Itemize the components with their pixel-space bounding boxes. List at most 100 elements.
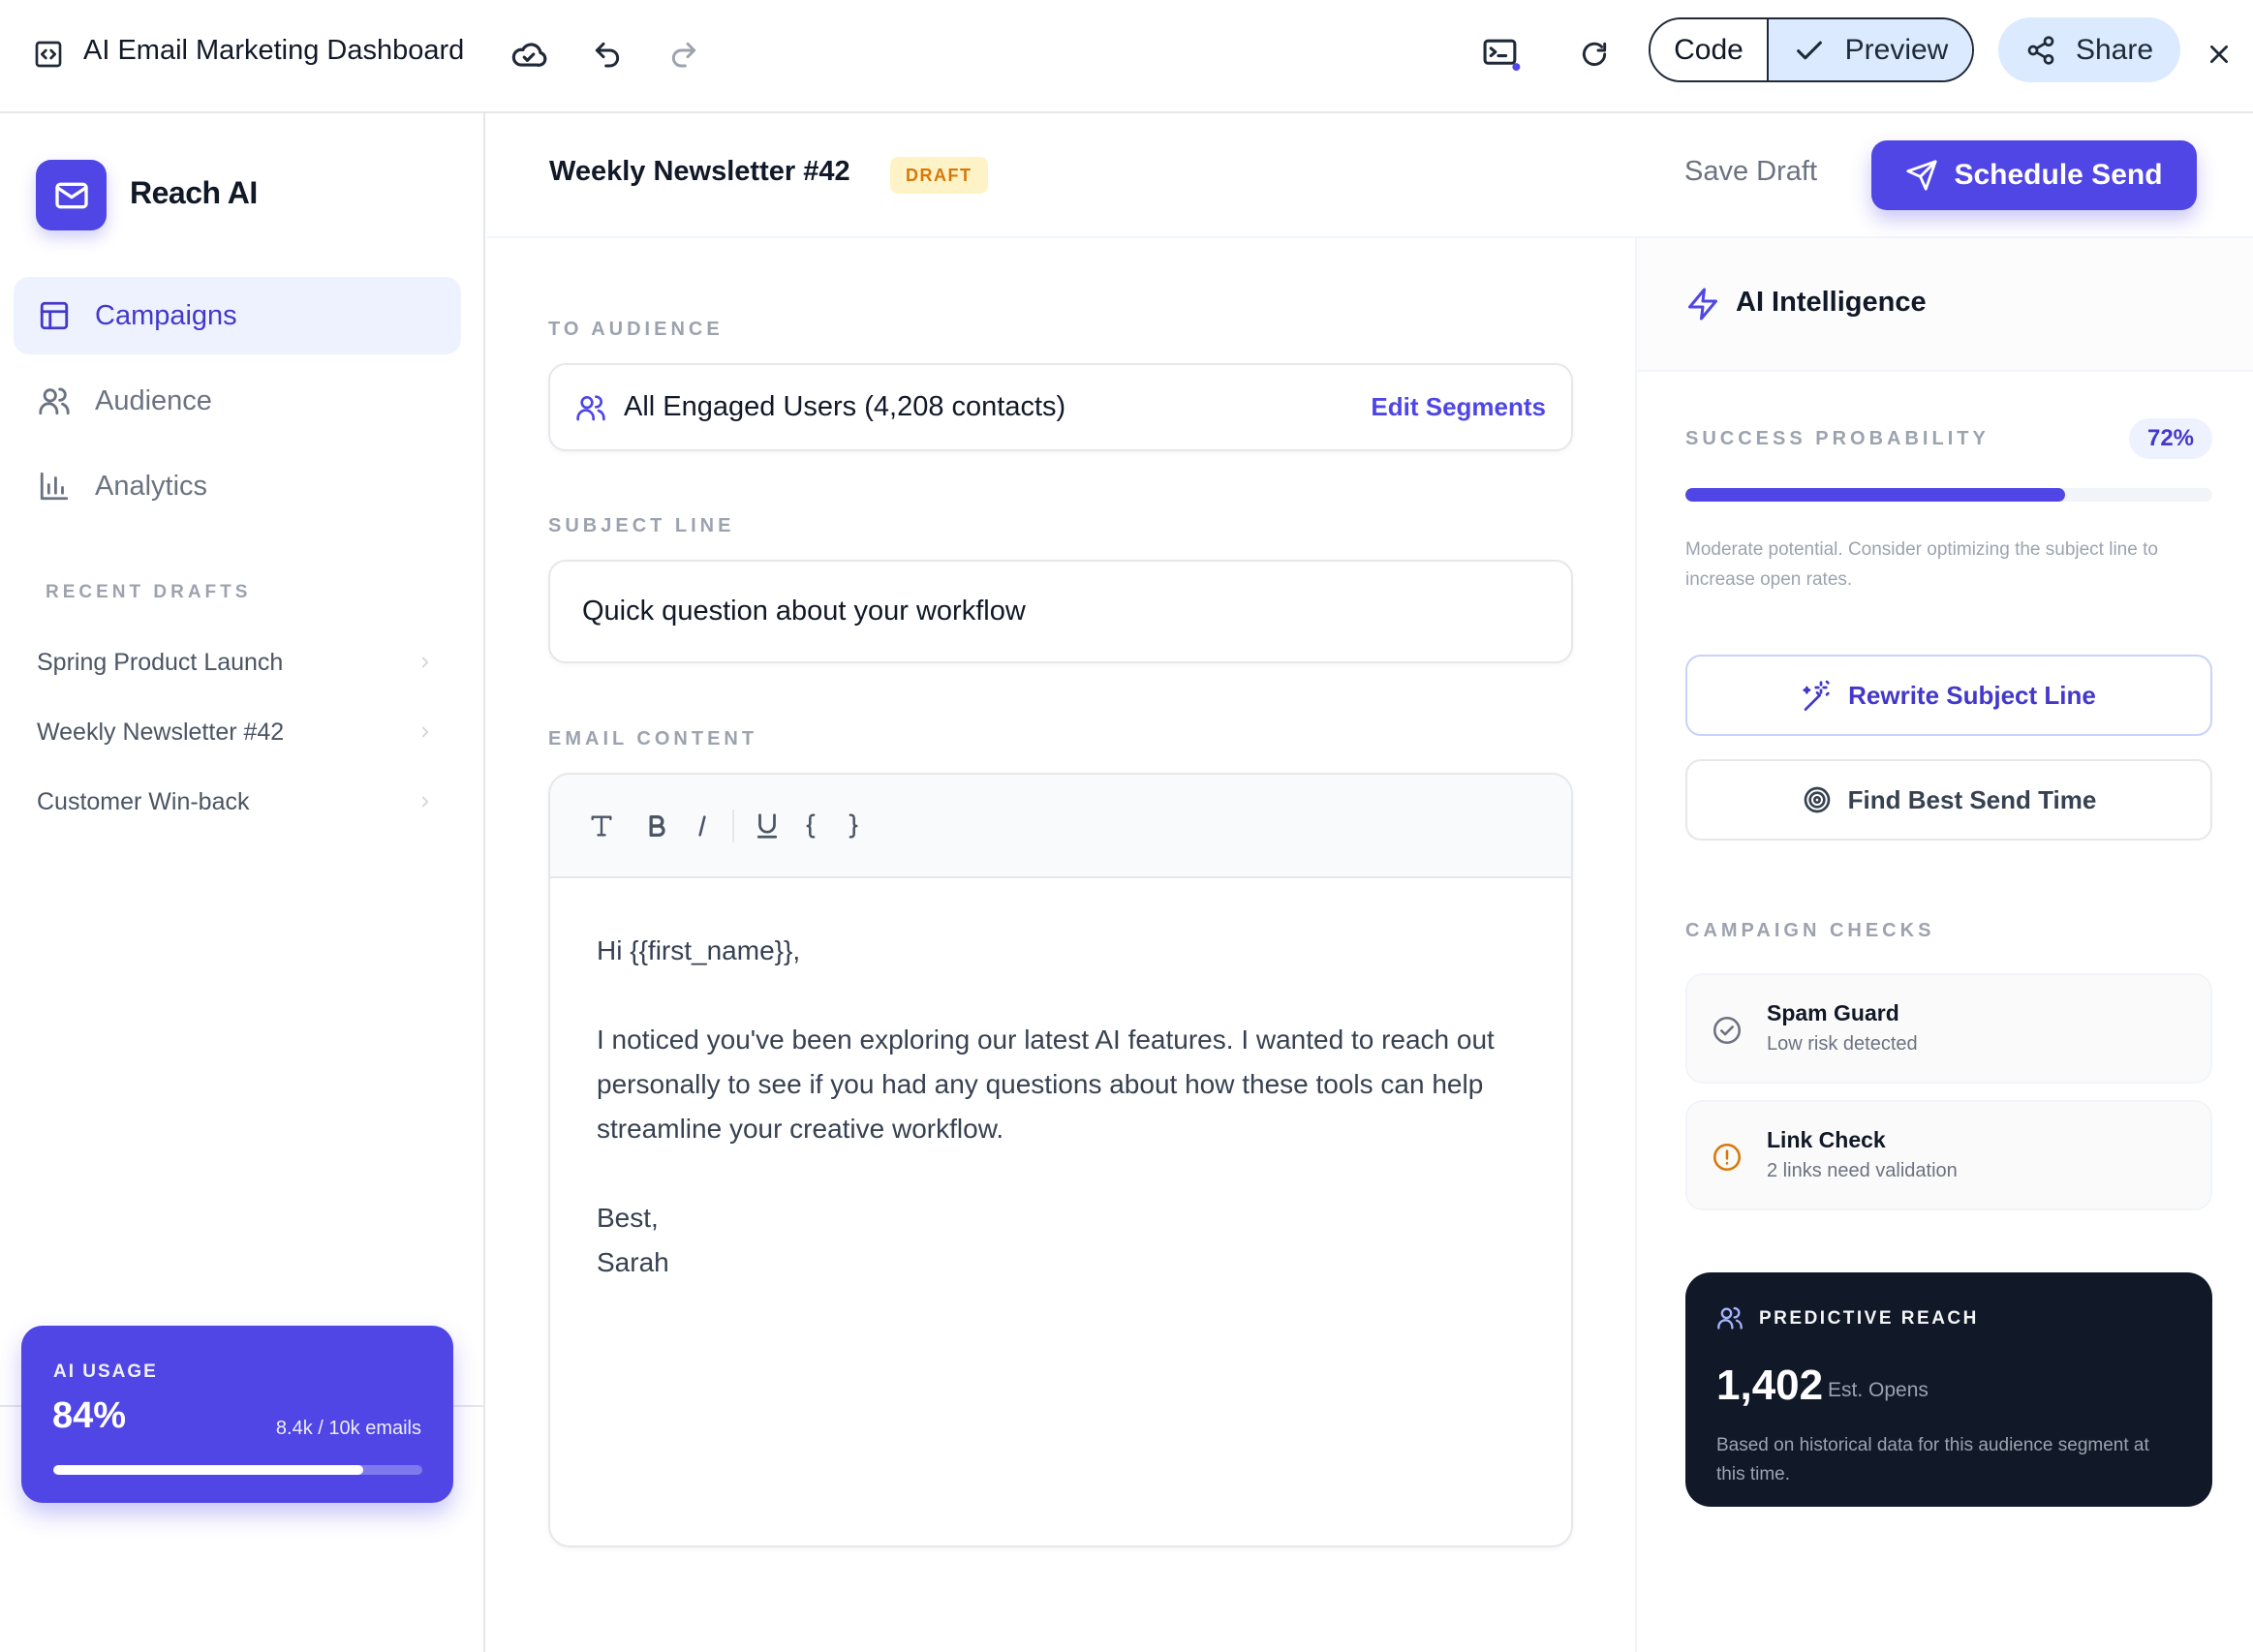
ai-usage-card: AI USAGE 84% 8.4k / 10k emails xyxy=(21,1326,453,1503)
bar-chart-icon xyxy=(37,469,72,504)
audience-value: All Engaged Users (4,208 contacts) xyxy=(624,391,1066,422)
ai-usage-label: AI USAGE xyxy=(53,1361,158,1382)
recent-draft-label: Spring Product Launch xyxy=(37,648,284,676)
find-send-time-button[interactable]: Find Best Send Time xyxy=(1685,759,2212,841)
content-field-label: EMAIL CONTENT xyxy=(548,728,758,750)
close-icon[interactable] xyxy=(2197,32,2241,76)
rewrite-subject-button[interactable]: Rewrite Subject Line xyxy=(1685,655,2212,736)
success-probability-fill xyxy=(1685,488,2065,502)
check-card-link-check: Link Check 2 links need validation xyxy=(1685,1100,2212,1210)
users-icon xyxy=(575,392,606,423)
users-icon xyxy=(1716,1304,1744,1331)
terminal-icon[interactable] xyxy=(1479,32,1524,76)
cloud-save-icon[interactable] xyxy=(507,32,551,76)
email-editor: Hi {{first_name}}, I noticed you've been… xyxy=(548,773,1573,1547)
toolbar-divider xyxy=(732,809,734,842)
subject-field-label: SUBJECT LINE xyxy=(548,515,735,536)
chevron-right-icon xyxy=(417,793,434,811)
check-subtitle: 2 links need validation xyxy=(1767,1160,1958,1181)
ai-panel-title: AI Intelligence xyxy=(1736,287,1927,318)
edit-segments-link[interactable]: Edit Segments xyxy=(1371,392,1546,422)
sidebar-item-label: Analytics xyxy=(95,470,208,502)
recent-draft-label: Weekly Newsletter #42 xyxy=(37,718,285,746)
window-title: AI Email Marketing Dashboard xyxy=(83,35,465,66)
success-probability-badge: 72% xyxy=(2129,418,2212,459)
ai-usage-percent: 84% xyxy=(52,1395,127,1436)
layout-icon xyxy=(37,298,72,333)
alert-circle-icon xyxy=(1711,1141,1744,1174)
sidebar-item-audience[interactable]: Audience xyxy=(14,362,461,440)
recent-draft-item[interactable]: Spring Product Launch xyxy=(37,641,434,684)
underline-button[interactable] xyxy=(748,805,787,847)
check-icon xyxy=(1793,34,1826,67)
underline-icon xyxy=(755,811,780,841)
email-greeting: Hi {{first_name}}, xyxy=(597,935,801,965)
send-icon xyxy=(1905,159,1938,192)
ai-panel-header: AI Intelligence xyxy=(1637,238,2253,372)
chevron-right-icon xyxy=(417,654,434,671)
users-icon xyxy=(37,383,72,418)
italic-button[interactable] xyxy=(686,805,719,847)
refresh-icon[interactable] xyxy=(1572,32,1617,76)
variable-button[interactable] xyxy=(798,805,866,847)
recent-draft-item[interactable]: Weekly Newsletter #42 xyxy=(37,711,434,753)
share-label: Share xyxy=(2075,33,2154,66)
predictive-reach-card: PREDICTIVE REACH 1,402 Est. Opens Based … xyxy=(1685,1272,2212,1507)
redo-icon[interactable] xyxy=(662,32,706,76)
recent-draft-item[interactable]: Customer Win-back xyxy=(37,780,434,823)
success-probability-label: SUCCESS PROBABILITY xyxy=(1685,428,1990,449)
predictive-reach-value: 1,402 xyxy=(1716,1361,1824,1409)
ai-usage-progress-fill xyxy=(53,1465,364,1475)
bold-icon xyxy=(645,812,668,840)
predictive-reach-unit: Est. Opens xyxy=(1828,1379,1929,1401)
subject-input[interactable]: Quick question about your workflow xyxy=(548,560,1573,663)
sidebar-item-label: Audience xyxy=(95,384,212,416)
campaign-title: Weekly Newsletter #42 xyxy=(549,156,850,187)
mail-icon xyxy=(52,176,91,215)
check-title: Spam Guard xyxy=(1767,1000,1899,1025)
schedule-send-label: Schedule Send xyxy=(1954,159,2163,191)
braces-icon xyxy=(804,811,860,841)
text-icon xyxy=(588,812,615,840)
email-signature: Sarah xyxy=(597,1247,669,1277)
save-draft-button[interactable]: Save Draft xyxy=(1684,156,1817,188)
brand-name: Reach AI xyxy=(130,175,258,210)
ai-usage-detail: 8.4k / 10k emails xyxy=(275,1418,421,1439)
schedule-send-button[interactable]: Schedule Send xyxy=(1871,140,2197,210)
text-style-button[interactable] xyxy=(579,805,624,847)
sidebar-item-analytics[interactable]: Analytics xyxy=(14,447,461,525)
success-probability-bar xyxy=(1685,488,2212,502)
top-toolbar: AI Email Marketing Dashboard Code Previe… xyxy=(0,0,2253,113)
email-signoff: Best, xyxy=(597,1203,659,1233)
code-tab[interactable]: Code xyxy=(1651,19,1767,80)
subject-value: Quick question about your workflow xyxy=(582,596,1026,627)
undo-icon[interactable] xyxy=(585,32,630,76)
sidebar-item-label: Campaigns xyxy=(95,299,237,331)
share-button[interactable]: Share xyxy=(1998,17,2180,82)
target-icon xyxy=(1802,784,1833,815)
email-paragraph: I noticed you've been exploring our late… xyxy=(597,1025,1495,1144)
predictive-reach-note: Based on historical data for this audien… xyxy=(1716,1435,2149,1484)
magic-wand-icon xyxy=(1802,680,1833,711)
success-probability-note: Moderate potential. Consider optimizing … xyxy=(1685,539,2158,590)
chevron-right-icon xyxy=(417,723,434,741)
preview-tab[interactable]: Preview xyxy=(1767,19,1972,80)
share-icon xyxy=(2025,35,2056,66)
ai-intelligence-panel: AI Intelligence SUCCESS PROBABILITY 72% … xyxy=(1635,238,2253,1652)
audience-selector[interactable]: All Engaged Users (4,208 contacts) Edit … xyxy=(548,363,1573,451)
sidebar-item-campaigns[interactable]: Campaigns xyxy=(14,277,461,354)
preview-tab-label: Preview xyxy=(1844,33,1949,66)
check-title: Link Check xyxy=(1767,1127,1886,1152)
code-window-icon[interactable] xyxy=(26,32,71,76)
bold-button[interactable] xyxy=(628,805,686,847)
view-toggle: Code Preview xyxy=(1649,17,1974,82)
email-body[interactable]: Hi {{first_name}}, I noticed you've been… xyxy=(550,878,1571,1285)
campaign-checks-label: CAMPAIGN CHECKS xyxy=(1685,920,1935,941)
code-tab-label: Code xyxy=(1674,33,1744,66)
find-send-time-label: Find Best Send Time xyxy=(1847,784,2097,814)
ai-usage-progress xyxy=(53,1465,422,1475)
audience-field-label: TO AUDIENCE xyxy=(548,319,724,340)
formatting-toolbar xyxy=(550,775,1571,878)
italic-icon xyxy=(693,812,712,840)
check-card-spam-guard: Spam Guard Low risk detected xyxy=(1685,973,2212,1084)
